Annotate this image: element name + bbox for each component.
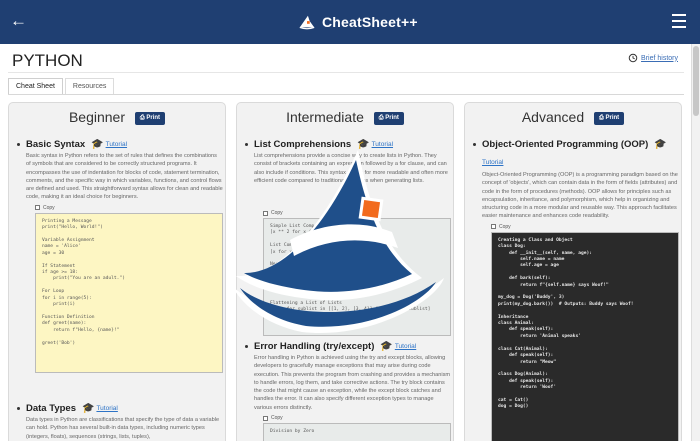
hamburger-icon[interactable]: [672, 14, 686, 28]
copy-button[interactable]: Copy: [473, 224, 679, 230]
section-oop: Object-Oriented Programming (OOP) 🎓 Tuto…: [473, 139, 679, 441]
copy-icon: [491, 224, 496, 230]
section-title: Data Types: [26, 403, 76, 414]
advanced-column: Advanced ⎙ Print Object-Oriented Program…: [464, 102, 682, 441]
section-title: Basic Syntax: [26, 139, 86, 150]
copy-icon: [263, 415, 268, 421]
scrollbar-thumb[interactable]: [693, 46, 699, 116]
divider: [8, 72, 684, 73]
code-block: Division by Zero: [263, 423, 451, 441]
code-block: Printing a Message print("Hello, World!"…: [35, 212, 223, 373]
bullet: [17, 407, 20, 410]
tutorial-link[interactable]: Tutorial: [482, 159, 503, 166]
column-header: Advanced ⎙ Print: [465, 109, 681, 125]
print-button[interactable]: ⎙ Print: [373, 111, 404, 125]
graduation-cap-icon: 🎓: [91, 139, 104, 150]
tutorial-link[interactable]: Tutorial: [106, 141, 127, 148]
tutorial-link[interactable]: Tutorial: [96, 405, 117, 412]
beginner-column: Beginner ⎙ Print Basic Syntax 🎓 Tutorial…: [8, 102, 226, 441]
section-description: Basic syntax in Python refers to the set…: [26, 153, 223, 201]
graduation-cap-icon: 🎓: [81, 403, 95, 414]
section-description: Object-Oriented Programming (OOP) is a p…: [482, 172, 678, 220]
tab-resources[interactable]: Resources: [64, 78, 115, 95]
brand[interactable]: CheatSheet++: [298, 10, 418, 34]
bullet: [17, 143, 20, 146]
column-title: Intermediate: [286, 109, 364, 125]
code-block: Creating a Class and Object class Dog: d…: [491, 231, 679, 441]
brief-history-label: Brief history: [641, 54, 678, 62]
bullet: [245, 345, 248, 348]
section-description: Error handling in Python is achieved usi…: [254, 355, 451, 411]
brand-name: CheatSheet++: [322, 14, 418, 30]
copy-button[interactable]: Copy: [17, 205, 223, 211]
arrow-left-icon[interactable]: ←: [10, 12, 27, 30]
wizard-hat-logo-icon: [299, 15, 315, 30]
wizard-hat-logo-icon: [232, 150, 444, 334]
print-button[interactable]: ⎙ Print: [134, 111, 166, 125]
column-header: Intermediate ⎙ Print: [237, 109, 453, 125]
copy-icon: [35, 205, 40, 211]
bullet: [473, 143, 476, 146]
section-description: Data types in Python are classifications…: [26, 417, 220, 440]
brief-history-link[interactable]: Brief history: [628, 53, 678, 63]
print-button[interactable]: ⎙ Print: [594, 111, 625, 125]
column-title: Advanced: [521, 109, 585, 125]
section-data-types: Data Types 🎓 Tutorial Data types in Pyth…: [17, 403, 223, 441]
column-title: Beginner: [68, 109, 125, 125]
tab-divider: [8, 94, 684, 95]
top-bar: ← CheatSheet++: [0, 0, 700, 44]
column-header: Beginner ⎙ Print: [9, 109, 225, 125]
section-error-handling: Error Handling (try/except) 🎓 Tutorial E…: [245, 341, 451, 441]
graduation-cap-icon: 🎓: [654, 139, 667, 150]
tab-bar: Cheat Sheet Resources: [8, 78, 116, 95]
tab-cheat-sheet[interactable]: Cheat Sheet: [8, 78, 63, 95]
page-title: PYTHON: [12, 51, 83, 70]
section-title: Object-Oriented Programming (OOP): [482, 139, 649, 150]
page-scrollbar[interactable]: [691, 44, 700, 441]
copy-button[interactable]: Copy: [245, 415, 451, 421]
history-icon: [628, 53, 638, 63]
section-basic-syntax: Basic Syntax 🎓 Tutorial Basic syntax in …: [17, 139, 223, 373]
tutorial-link[interactable]: Tutorial: [395, 343, 416, 350]
